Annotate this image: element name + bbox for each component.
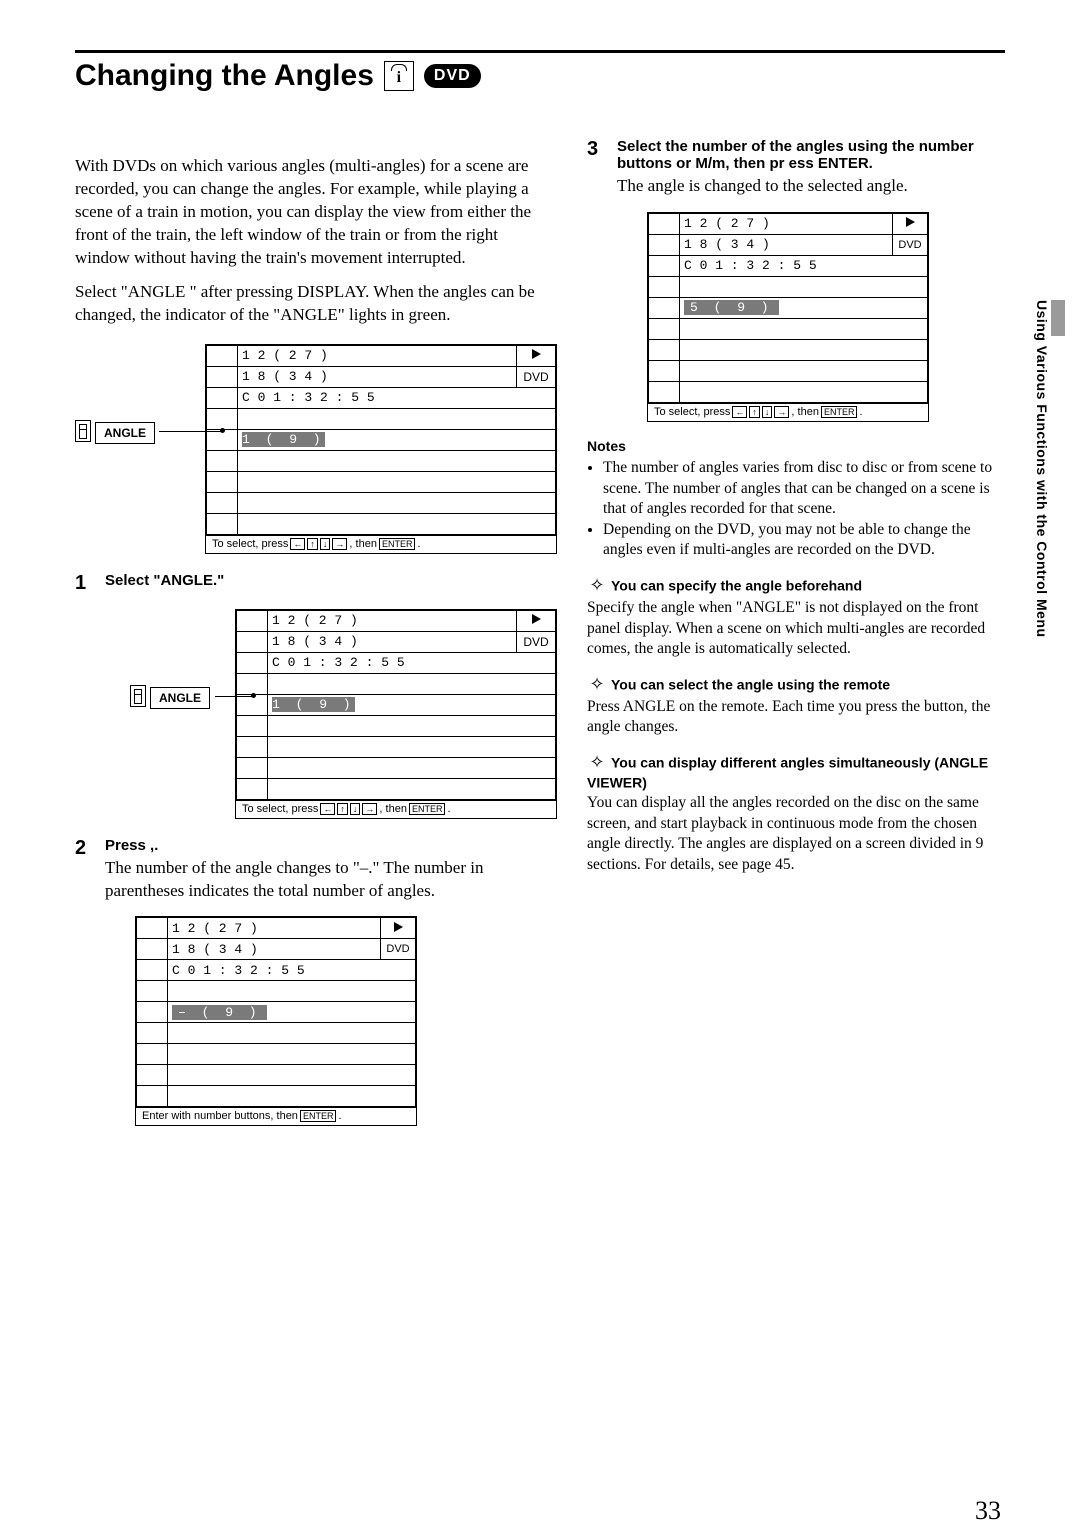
play-icon [532, 614, 541, 624]
tip-3: ✧ You can display different angles simul… [587, 752, 1005, 875]
osd-screen-step3: 1 2 ( 2 7 ) 1 8 ( 3 4 )DVD C 0 1 : 3 2 :… [647, 212, 929, 422]
page-number: 33 [75, 1496, 1005, 1526]
step-3: 3 Select the number of the angles using … [587, 138, 1005, 198]
intro-paragraph-1: With DVDs on which various angles (multi… [75, 155, 557, 270]
tip-2: ✧ You can select the angle using the rem… [587, 674, 1005, 738]
angle-icon [75, 420, 91, 442]
tip-3-body: You can display all the angles recorded … [587, 793, 1005, 875]
osd-footer: To select, press ←↑↓→ , then ENTER. [648, 403, 928, 421]
notes-heading: Notes [587, 438, 1005, 454]
tip-icon: ✧ [587, 674, 607, 695]
side-section-title: Using Various Functions with the Control… [1034, 300, 1050, 638]
tip-icon: ✧ [587, 752, 607, 773]
tip-2-title: You can select the angle using the remot… [611, 676, 890, 692]
play-icon [532, 349, 541, 359]
osd-screen-step2: 1 2 ( 2 7 ) 1 8 ( 3 4 )DVD C 0 1 : 3 2 :… [135, 916, 417, 1126]
info-icon [384, 61, 414, 91]
step-3-body: The angle is changed to the selected ang… [617, 175, 1005, 198]
tip-1-body: Specify the angle when "ANGLE" is not di… [587, 598, 1005, 660]
step-2-body: The number of the angle changes to "–." … [105, 857, 557, 903]
page-title: Changing the Angles [75, 59, 374, 93]
tip-1-title: You can specify the angle beforehand [611, 577, 862, 593]
step-3-heading: Select the number of the angles using th… [617, 138, 1005, 172]
step-1-heading: Select "ANGLE." [105, 572, 557, 589]
right-column: 3 Select the number of the angles using … [587, 138, 1005, 1136]
osd-screen-step1: 1 2 ( 2 7 ) 1 8 ( 3 4 )DVD C 0 1 : 3 2 :… [235, 609, 557, 819]
note-item: The number of angles varies from disc to… [603, 458, 1005, 520]
tip-icon: ✧ [587, 575, 607, 596]
play-icon [906, 217, 915, 227]
left-column: With DVDs on which various angles (multi… [75, 138, 557, 1136]
osd-screen-intro: 1 2 ( 2 7 ) 1 8 ( 3 4 )DVD C 0 1 : 3 2 :… [205, 344, 557, 554]
play-icon [394, 922, 403, 932]
osd-footer: Enter with number buttons, then ENTER. [136, 1107, 416, 1125]
page-heading-bar: Changing the Angles DVD [75, 50, 1005, 93]
angle-label: ANGLE [95, 422, 155, 444]
tip-2-body: Press ANGLE on the remote. Each time you… [587, 697, 1005, 738]
angle-icon [130, 685, 146, 707]
side-tab-marker [1051, 300, 1065, 336]
angle-label: ANGLE [150, 687, 210, 709]
tip-1: ✧ You can specify the angle beforehand S… [587, 575, 1005, 660]
osd-footer: To select, press ←↑↓→ , then ENTER. [236, 800, 556, 818]
intro-paragraph-2: Select "ANGLE " after pressing DISPLAY. … [75, 281, 557, 327]
notes-list: The number of angles varies from disc to… [587, 458, 1005, 561]
tip-3-title: You can display different angles simulta… [587, 755, 988, 791]
note-item: Depending on the DVD, you may not be abl… [603, 520, 1005, 561]
step-2-heading: Press ,. [105, 837, 557, 854]
dvd-badge: DVD [424, 64, 481, 88]
osd-footer: To select, press ←↑↓→ , then ENTER. [206, 535, 556, 553]
step-1: 1 Select "ANGLE." [75, 572, 557, 595]
step-2: 2 Press ,. The number of the angle chang… [75, 837, 557, 903]
